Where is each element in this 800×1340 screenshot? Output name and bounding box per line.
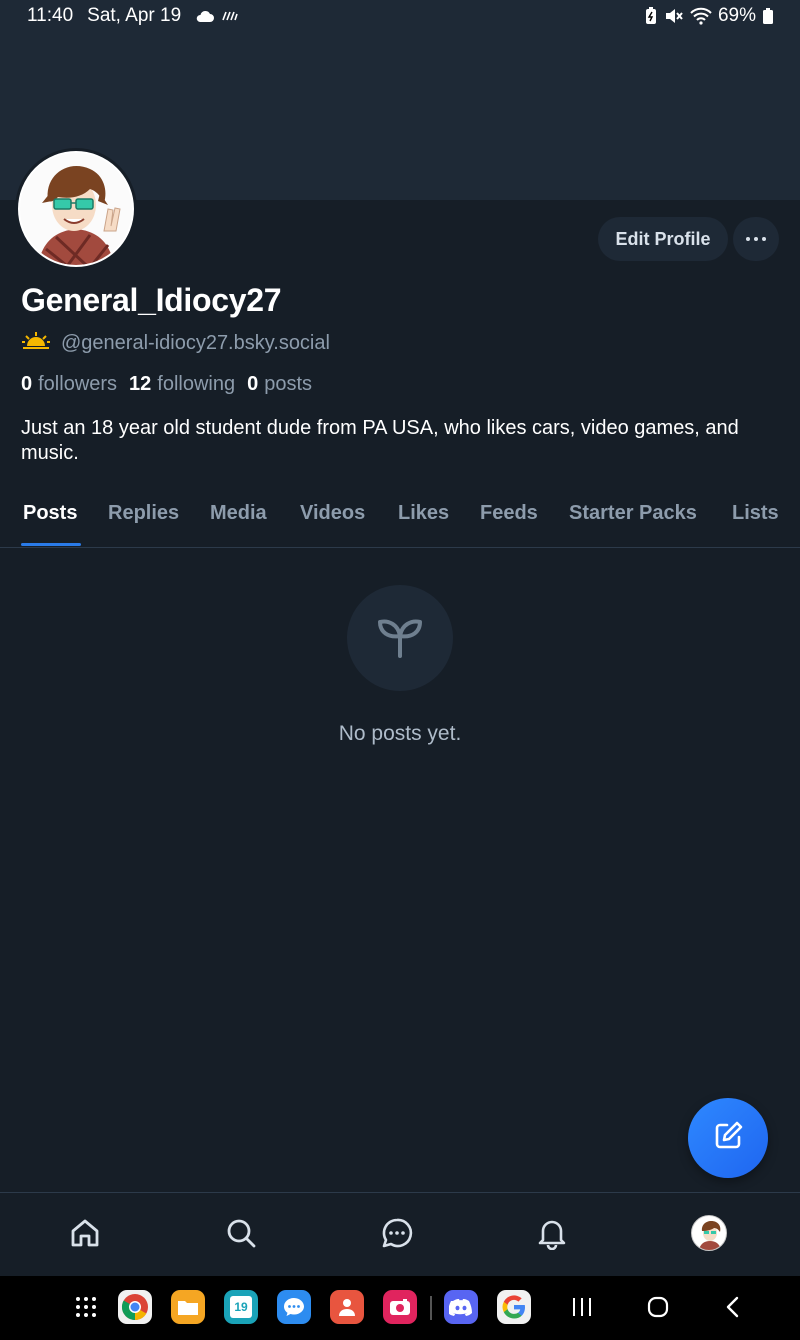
chrome-icon[interactable] [118, 1290, 152, 1324]
messages-icon[interactable] [277, 1290, 311, 1324]
search-icon [227, 1219, 256, 1248]
active-tab-indicator [21, 543, 81, 546]
dot [754, 237, 758, 241]
status-bar: 11:40 Sat, Apr 19 69% [0, 0, 800, 34]
bottom-navigation [0, 1192, 800, 1276]
compose-post-button[interactable] [688, 1098, 768, 1178]
edit-profile-button[interactable]: Edit Profile [598, 217, 728, 261]
apps-grid-icon[interactable] [69, 1290, 103, 1324]
tab-media[interactable]: Media [210, 502, 267, 525]
system-navigation-bar: 19 [0, 1276, 800, 1340]
profile-stats: 0 followers 12 following 0 posts [21, 373, 312, 396]
calendar-day: 19 [230, 1296, 252, 1318]
contacts-icon[interactable] [330, 1290, 364, 1324]
camera-icon[interactable] [383, 1290, 417, 1324]
tab-videos[interactable]: Videos [300, 502, 365, 525]
dot [746, 237, 750, 241]
bell-icon [538, 1220, 566, 1250]
posts-stat: 0 posts [247, 373, 313, 395]
discord-icon[interactable] [444, 1290, 478, 1324]
chat-icon [382, 1218, 413, 1248]
compose-icon [711, 1119, 745, 1158]
status-date: Sat, Apr 19 [87, 5, 182, 26]
sunrise-icon [21, 330, 51, 356]
following-stat[interactable]: 12 following [129, 373, 235, 396]
profile-tabs: Posts Replies Media Videos Likes Feeds S… [0, 490, 800, 548]
avatar-illustration [20, 153, 132, 265]
cloud-icon [195, 9, 215, 23]
files-icon[interactable] [171, 1290, 205, 1324]
nav-profile[interactable] [687, 1211, 731, 1255]
battery-saver-icon [644, 7, 658, 25]
dock-divider [430, 1296, 432, 1320]
tab-replies[interactable]: Replies [108, 502, 179, 525]
nav-chat[interactable] [375, 1211, 419, 1255]
mute-icon [664, 7, 684, 25]
home-icon [71, 1219, 99, 1247]
handle-row: @general-idiocy27.bsky.social [21, 330, 330, 356]
status-time: 11:40 [27, 5, 74, 26]
calendar-icon[interactable]: 19 [224, 1290, 258, 1324]
profile-avatar[interactable] [15, 148, 137, 270]
empty-state-text: No posts yet. [338, 722, 462, 745]
rain-icon [221, 9, 239, 23]
tab-starter-packs[interactable]: Starter Packs [569, 502, 697, 525]
more-options-button[interactable] [733, 217, 779, 261]
sprout-icon [374, 610, 426, 667]
profile-bio: Just an 18 year old student dude from PA… [21, 417, 739, 464]
tab-feeds[interactable]: Feeds [480, 502, 538, 525]
dot [762, 237, 766, 241]
nav-search[interactable] [219, 1211, 263, 1255]
wifi-icon [690, 7, 712, 25]
battery-icon [762, 7, 774, 25]
tab-posts[interactable]: Posts [23, 502, 77, 525]
google-icon[interactable] [497, 1290, 531, 1324]
tab-likes[interactable]: Likes [398, 502, 449, 525]
handle[interactable]: @general-idiocy27.bsky.social [61, 332, 330, 355]
followers-stat[interactable]: 0 followers [21, 373, 117, 396]
empty-state-badge [347, 585, 453, 691]
nav-home[interactable] [63, 1211, 107, 1255]
nav-notifications[interactable] [530, 1211, 574, 1255]
back-button[interactable] [718, 1292, 748, 1322]
recent-apps-button[interactable] [567, 1292, 597, 1322]
display-name: General_Idiocy27 [21, 282, 282, 318]
home-button[interactable] [643, 1292, 673, 1322]
nav-profile-avatar [691, 1215, 727, 1251]
battery-percent: 69% [717, 5, 756, 26]
tab-lists[interactable]: Lists [732, 502, 779, 525]
